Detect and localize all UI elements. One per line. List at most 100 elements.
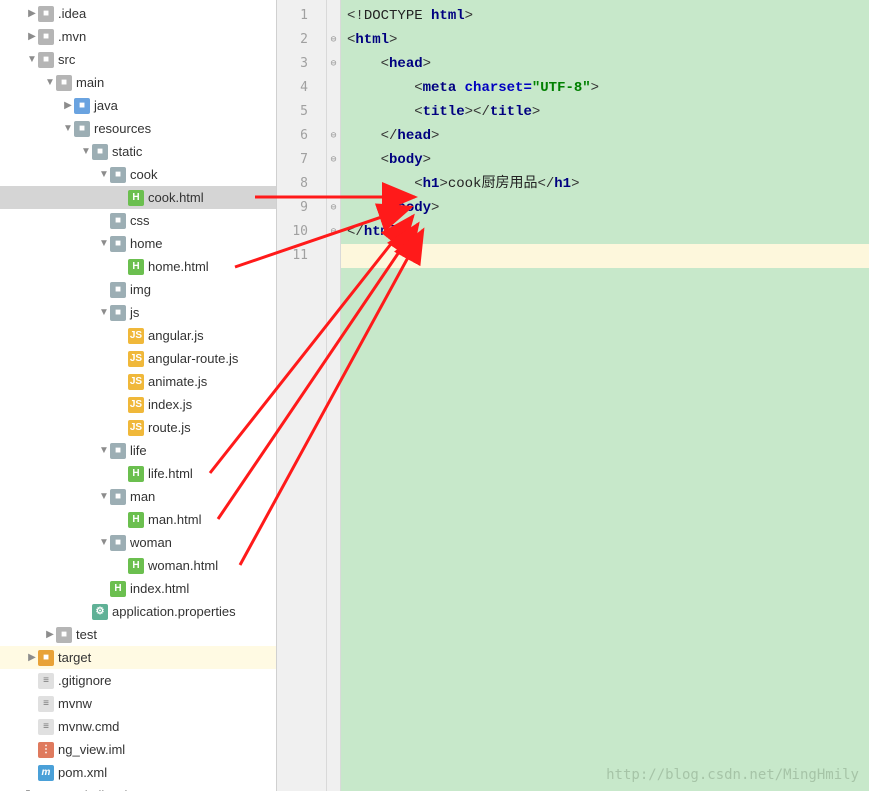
tree-item[interactable]: ■css: [0, 209, 276, 232]
fold-toggle-icon[interactable]: ⊖: [327, 52, 340, 76]
expand-arrow-icon[interactable]: [98, 232, 110, 255]
code-line[interactable]: </head>: [341, 124, 869, 148]
code-area[interactable]: <!DOCTYPE html><html> <head> <meta chars…: [341, 0, 869, 791]
code-line[interactable]: <h1>cook厨房用品</h1>: [341, 172, 869, 196]
tree-item[interactable]: Hwoman.html: [0, 554, 276, 577]
tree-item[interactable]: ■js: [0, 301, 276, 324]
tree-item[interactable]: ≡mvnw.cmd: [0, 715, 276, 738]
tree-item[interactable]: ■src: [0, 48, 276, 71]
code-line[interactable]: <head>: [341, 52, 869, 76]
tree-item-label: img: [130, 278, 157, 301]
code-line[interactable]: </html>: [341, 220, 869, 244]
tree-item[interactable]: ⫴External Libraries: [0, 784, 276, 791]
html-icon: H: [110, 581, 126, 597]
line-number: 7: [277, 148, 308, 172]
tree-item[interactable]: ■.idea: [0, 2, 276, 25]
expand-arrow-icon[interactable]: [26, 2, 38, 25]
tree-item[interactable]: JSroute.js: [0, 416, 276, 439]
fold-toggle-icon[interactable]: ⊖: [327, 148, 340, 172]
code-line[interactable]: <body>: [341, 148, 869, 172]
tree-item[interactable]: ■home: [0, 232, 276, 255]
code-bg: [341, 268, 869, 791]
expand-arrow-icon[interactable]: [62, 117, 74, 140]
tree-item[interactable]: ■woman: [0, 531, 276, 554]
expand-arrow-icon[interactable]: [8, 784, 20, 791]
expand-arrow-icon[interactable]: [26, 25, 38, 48]
tree-item-label: test: [76, 623, 103, 646]
tree-item-label: .idea: [58, 2, 92, 25]
expand-arrow-icon[interactable]: [80, 140, 92, 163]
dir-gray-icon: ■: [38, 52, 54, 68]
tree-item[interactable]: ⚙application.properties: [0, 600, 276, 623]
tree-item[interactable]: ■img: [0, 278, 276, 301]
tree-item-label: man: [130, 485, 161, 508]
tree-item[interactable]: JSangular-route.js: [0, 347, 276, 370]
code-line[interactable]: [341, 244, 869, 268]
mvn-icon: m: [38, 765, 54, 781]
tree-item-label: .mvn: [58, 25, 92, 48]
fold-spacer: [327, 172, 340, 196]
tree-item[interactable]: Hlife.html: [0, 462, 276, 485]
expand-arrow-icon[interactable]: [98, 531, 110, 554]
tree-item[interactable]: ≡.gitignore: [0, 669, 276, 692]
tree-item[interactable]: ■static: [0, 140, 276, 163]
fold-spacer: [327, 244, 340, 268]
fold-toggle-icon[interactable]: ⊖: [327, 196, 340, 220]
tree-item-label: ng_view.iml: [58, 738, 131, 761]
expand-arrow-icon[interactable]: [98, 163, 110, 186]
dir-res-icon: ■: [110, 282, 126, 298]
tree-item-label: pom.xml: [58, 761, 113, 784]
tree-item[interactable]: ■man: [0, 485, 276, 508]
project-tree[interactable]: ■.idea■.mvn■src■main■java■resources■stat…: [0, 0, 277, 791]
tree-item[interactable]: Hindex.html: [0, 577, 276, 600]
tree-item-label: woman: [130, 531, 178, 554]
line-number: 2: [277, 28, 308, 52]
tree-item[interactable]: ■resources: [0, 117, 276, 140]
dir-res-icon: ■: [110, 443, 126, 459]
tree-item[interactable]: ■life: [0, 439, 276, 462]
tree-item[interactable]: Hhome.html: [0, 255, 276, 278]
expand-arrow-icon[interactable]: [44, 71, 56, 94]
tree-item[interactable]: Hman.html: [0, 508, 276, 531]
tree-item[interactable]: Hcook.html: [0, 186, 276, 209]
expand-arrow-icon[interactable]: [62, 94, 74, 117]
tree-item[interactable]: JSanimate.js: [0, 370, 276, 393]
code-line[interactable]: <html>: [341, 28, 869, 52]
tree-item-label: static: [112, 140, 148, 163]
fold-toggle-icon[interactable]: ⊖: [327, 220, 340, 244]
tree-item[interactable]: ≡mvnw: [0, 692, 276, 715]
dir-orange-icon: ■: [38, 650, 54, 666]
tree-item[interactable]: JSangular.js: [0, 324, 276, 347]
expand-arrow-icon[interactable]: [98, 439, 110, 462]
tree-item[interactable]: ■main: [0, 71, 276, 94]
tree-item[interactable]: ■java: [0, 94, 276, 117]
expand-arrow-icon[interactable]: [98, 485, 110, 508]
fold-toggle-icon[interactable]: ⊖: [327, 28, 340, 52]
dir-gray-icon: ■: [38, 29, 54, 45]
tree-item[interactable]: ⋮ng_view.iml: [0, 738, 276, 761]
line-number: 8: [277, 172, 308, 196]
tree-item[interactable]: mpom.xml: [0, 761, 276, 784]
fold-toggle-icon[interactable]: ⊖: [327, 124, 340, 148]
line-number: 10: [277, 220, 308, 244]
tree-item-label: js: [130, 301, 145, 324]
code-line[interactable]: </body>: [341, 196, 869, 220]
fold-gutter[interactable]: ⊖⊖⊖⊖⊖⊖: [327, 0, 341, 791]
code-line[interactable]: <meta charset="UTF-8">: [341, 76, 869, 100]
tree-item[interactable]: ■.mvn: [0, 25, 276, 48]
tree-item[interactable]: ■cook: [0, 163, 276, 186]
tree-item-label: woman.html: [148, 554, 224, 577]
expand-arrow-icon[interactable]: [26, 48, 38, 71]
expand-arrow-icon[interactable]: [98, 301, 110, 324]
expand-arrow-icon[interactable]: [26, 646, 38, 669]
tree-item-label: home.html: [148, 255, 215, 278]
expand-arrow-icon[interactable]: [44, 623, 56, 646]
tree-item[interactable]: ■target: [0, 646, 276, 669]
tree-item[interactable]: ■test: [0, 623, 276, 646]
prop-icon: ⚙: [92, 604, 108, 620]
file-icon: ≡: [38, 673, 54, 689]
code-line[interactable]: <!DOCTYPE html>: [341, 4, 869, 28]
tree-item[interactable]: JSindex.js: [0, 393, 276, 416]
code-line[interactable]: <title></title>: [341, 100, 869, 124]
tree-item-label: cook: [130, 163, 163, 186]
